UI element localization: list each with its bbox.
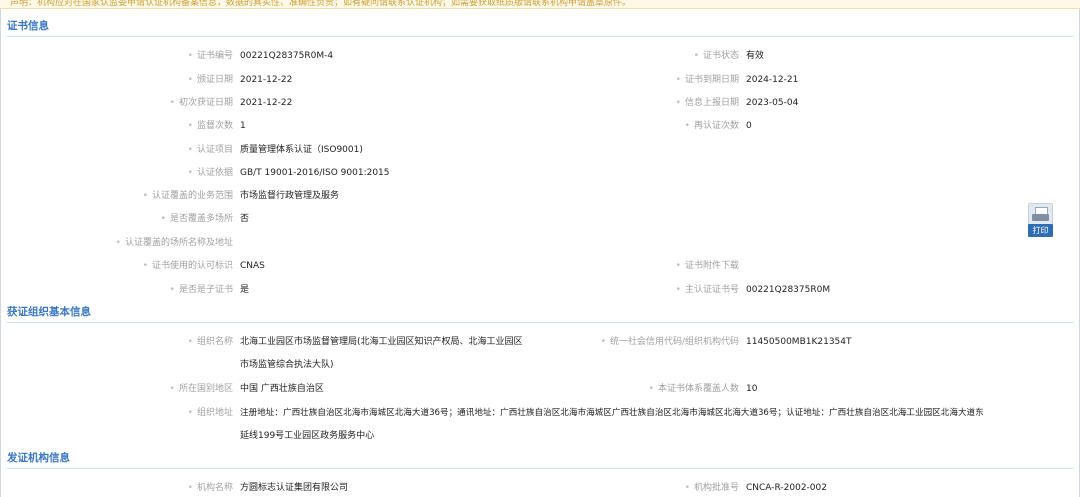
multisite-value: 否 — [240, 214, 250, 224]
project-label: • 认证项目 — [187, 145, 233, 155]
sub-value: 是 — [240, 285, 250, 295]
approval-value: CNCA-R-2002-002 — [746, 483, 827, 493]
row-mark: • 证书使用的认可标识 CNAS • 证书附件下载 — [0, 258, 1080, 274]
report-date-label: • 信息上报日期 — [675, 98, 739, 108]
section-title-cert: 证书信息 — [7, 16, 1073, 37]
mark-value: CNAS — [240, 261, 265, 271]
basis-label: • 认证依据 — [187, 168, 233, 178]
credit-value: 11450500MB1K21354T — [746, 337, 852, 347]
print-label: 打印 — [1028, 224, 1053, 237]
main-cert-value: 00221Q28375R0M — [746, 285, 831, 295]
row-address: • 组织地址 注册地址：广西壮族自治区北海市海城区北海大道36号；通讯地址：广西壮… — [0, 405, 1080, 421]
sites-label: • 认证覆盖的场所名称及地址 — [115, 238, 233, 248]
surveil-label: • 监督次数 — [187, 121, 233, 131]
address-value-line2: 延线199号工业园区政务服务中心 — [240, 431, 375, 441]
row-sites: • 认证覆盖的场所名称及地址 — [0, 235, 1080, 251]
section-title-issuer: 发证机构信息 — [7, 448, 1073, 469]
scope-label: • 认证覆盖的业务范围 — [142, 191, 233, 201]
region-label: • 所在国别地区 — [169, 384, 233, 394]
row-dates-2: • 初次获证日期 2021-12-22 • 信息上报日期 2023-05-04 — [0, 95, 1080, 111]
row-multisite: • 是否覆盖多场所 否 — [0, 211, 1080, 227]
org-name-value-line2: 市场监管综合执法大队) — [240, 360, 334, 370]
row-counts: • 监督次数 1 • 再认证次数 0 — [0, 118, 1080, 134]
basis-value: GB/T 19001-2016/ISO 9001:2015 — [240, 168, 390, 178]
row-dates-1: • 颁证日期 2021-12-22 • 证书到期日期 2024-12-21 — [0, 72, 1080, 88]
first-date-value: 2021-12-22 — [240, 98, 293, 108]
section-title-org: 获证组织基本信息 — [7, 302, 1073, 323]
approval-label: • 机构批准号 — [684, 483, 739, 493]
project-value: 质量管理体系认证（ISO9001) — [240, 145, 363, 155]
issuer-name-value: 方圆标志认证集团有限公司 — [240, 483, 349, 493]
printer-icon — [1028, 203, 1053, 225]
address-value: 注册地址：广西壮族自治区北海市海城区北海大道36号；通讯地址：广西壮族自治区北海… — [240, 408, 984, 418]
main-cert-label: • 主认证证书号 — [675, 285, 739, 295]
region-value: 中国 广西壮族自治区 — [240, 384, 324, 394]
row-issuer: • 机构名称 方圆标志认证集团有限公司 • 机构批准号 CNCA-R-2002-00… — [0, 480, 1080, 496]
address-label: • 组织地址 — [187, 408, 233, 418]
row-region: • 所在国别地区 中国 广西壮族自治区 • 本证书体系覆盖人数 10 — [0, 381, 1080, 397]
status-label: • 证书状态 — [693, 51, 739, 61]
scope-value: 市场监督行政管理及服务 — [240, 191, 340, 201]
expire-date-value: 2024-12-21 — [746, 75, 799, 85]
org-name-label: • 组织名称 — [187, 337, 233, 347]
mark-label: • 证书使用的认可标识 — [142, 261, 233, 271]
report-date-value: 2023-05-04 — [746, 98, 799, 108]
expire-date-label: • 证书到期日期 — [675, 75, 739, 85]
row-cert-no: • 证书编号 00221Q28375R0M-4 • 证书状态 有效 — [0, 48, 1080, 64]
issuer-name-label: • 机构名称 — [187, 483, 233, 493]
org-name-value: 北海工业园区市场监督管理局(北海工业园区知识产权局、北海工业园区 — [240, 337, 523, 347]
attach-label: • 证书附件下载 — [675, 261, 739, 271]
recert-label: • 再认证次数 — [684, 121, 739, 131]
print-button[interactable]: 打印 — [1028, 203, 1053, 237]
multisite-label: • 是否覆盖多场所 — [160, 214, 233, 224]
issue-date-value: 2021-12-22 — [240, 75, 293, 85]
status-value: 有效 — [746, 51, 765, 61]
notice-banner: 声明：机构应对在国家认监委申请认证机构备案信息，数据的真实性、准确性负责；如有疑… — [0, 0, 1080, 9]
people-label: • 本证书体系覆盖人数 — [648, 384, 739, 394]
row-scope: • 认证覆盖的业务范围 市场监督行政管理及服务 — [0, 188, 1080, 204]
row-basis: • 认证依据 GB/T 19001-2016/ISO 9001:2015 — [0, 165, 1080, 181]
cert-no-value: 00221Q28375R0M-4 — [240, 51, 334, 61]
row-org-name: • 组织名称 北海工业园区市场监督管理局(北海工业园区知识产权局、北海工业园区 •… — [0, 334, 1080, 350]
credit-label: • 统一社会信用代码/组织机构代码 — [600, 337, 739, 347]
first-date-label: • 初次获证日期 — [169, 98, 233, 108]
cert-no-label: • 证书编号 — [187, 51, 233, 61]
recert-value: 0 — [746, 121, 752, 131]
sub-label: • 是否是子证书 — [169, 285, 233, 295]
issue-date-label: • 颁证日期 — [187, 75, 233, 85]
people-value: 10 — [746, 384, 758, 394]
row-project: • 认证项目 质量管理体系认证（ISO9001) — [0, 142, 1080, 158]
row-sub: • 是否是子证书 是 • 主认证证书号 00221Q28375R0M — [0, 282, 1080, 298]
surveil-value: 1 — [240, 121, 246, 131]
